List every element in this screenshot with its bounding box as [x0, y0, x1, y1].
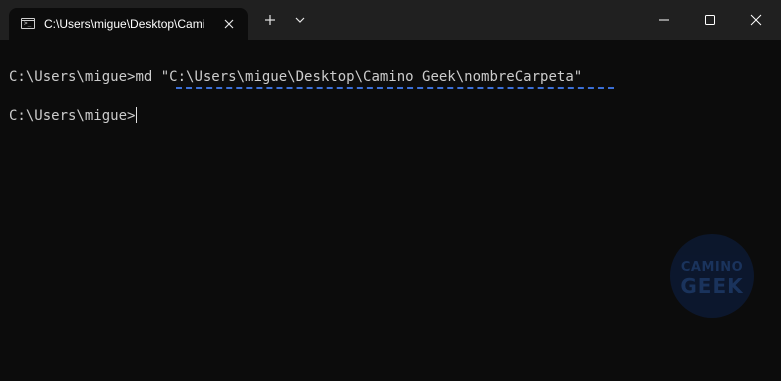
- title-bar: >_ C:\Users\migue\Desktop\Camino Geek\no…: [0, 0, 781, 40]
- command-line: C:\Users\migue>md "C:\Users\migue\Deskto…: [9, 68, 582, 86]
- prompt: C:\Users\migue>: [9, 108, 136, 124]
- plus-icon[interactable]: [260, 10, 280, 30]
- terminal-tab[interactable]: >_ C:\Users\migue\Desktop\Camino Geek\no…: [9, 8, 248, 40]
- watermark-line2: GEEK: [680, 274, 744, 298]
- terminal-window: >_ C:\Users\migue\Desktop\Camino Geek\no…: [0, 0, 781, 381]
- close-tab-icon[interactable]: [220, 15, 238, 33]
- close-icon[interactable]: [733, 0, 779, 40]
- tab-title: C:\Users\migue\Desktop\Camino Geek\nombr…: [44, 17, 204, 31]
- terminal-icon: >_: [21, 18, 35, 29]
- maximize-icon[interactable]: [687, 0, 733, 40]
- minimize-icon[interactable]: [641, 0, 687, 40]
- current-prompt-line[interactable]: C:\Users\migue>: [9, 107, 138, 125]
- console-output[interactable]: C:\Users\migue>md "C:\Users\migue\Deskto…: [0, 40, 781, 381]
- watermark-logo: CAMINO GEEK: [670, 234, 754, 318]
- spellcheck-underline: [176, 87, 614, 89]
- command-argument: "C:\Users\migue\Desktop\Camino Geek\nomb…: [160, 69, 583, 85]
- text-cursor: [136, 107, 138, 123]
- chevron-down-icon[interactable]: [290, 10, 310, 30]
- watermark-line1: CAMINO: [680, 260, 744, 275]
- prompt: C:\Users\migue>: [9, 69, 136, 85]
- command-text: md: [135, 69, 161, 85]
